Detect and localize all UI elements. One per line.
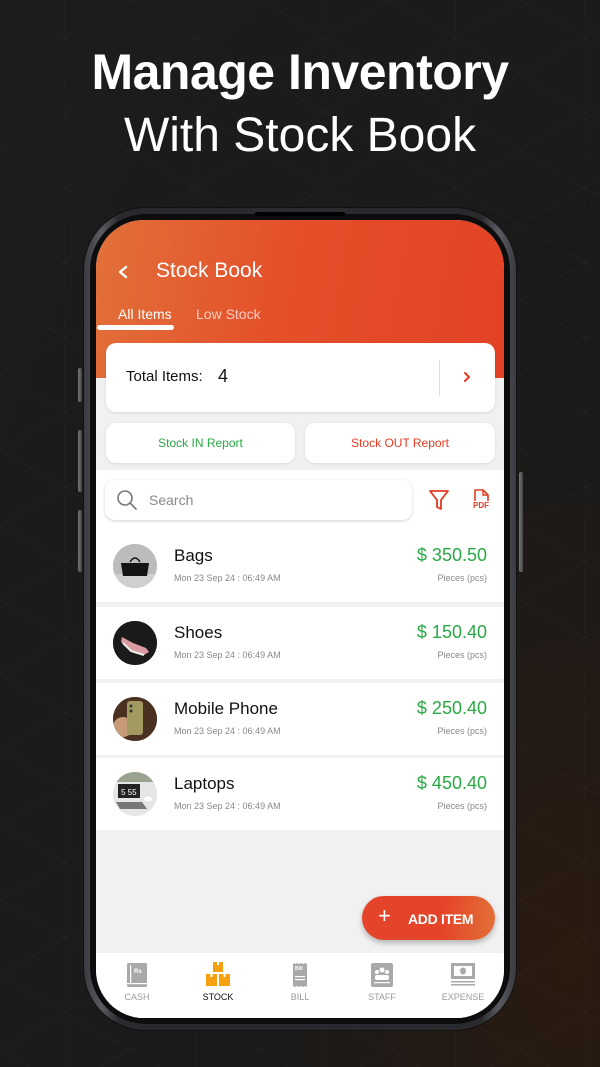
stock-out-report-button[interactable]: Stock OUT Report [305, 423, 495, 463]
item-name: Mobile Phone [174, 699, 278, 718]
pdf-icon-label: PDF [473, 501, 489, 510]
laptop-image-icon: 5 55 [113, 772, 157, 816]
item-price: $ 450.40 [416, 773, 487, 793]
list-item[interactable]: Mobile Phone Mon 23 Sep 24 : 06:49 AM $ … [96, 683, 504, 755]
list-item[interactable]: Shoes Mon 23 Sep 24 : 06:49 AM $ 150.40 … [96, 607, 504, 679]
add-item-button[interactable]: + ADD ITEM [362, 896, 495, 940]
promo-title-line-2: With Stock Book [123, 109, 477, 162]
nav-item-bill[interactable]: Bill BILL [259, 961, 341, 1011]
item-price: $ 350.50 [416, 545, 487, 565]
laptop-photo: 5 55 [113, 772, 157, 816]
phone-side-button-volume-down [78, 510, 82, 572]
back-button[interactable] [116, 260, 136, 284]
shoe-photo [113, 621, 157, 665]
svg-text:Bill: Bill [295, 966, 303, 972]
nav-label-expense: EXPENSE [441, 992, 485, 1002]
page-title: Stock Book [156, 259, 263, 282]
search-box[interactable] [105, 480, 412, 520]
add-item-label: ADD ITEM [408, 911, 474, 927]
phone-speaker [255, 212, 345, 216]
item-unit: Pieces (pcs) [437, 650, 487, 660]
phone-photo [113, 697, 157, 741]
bill-receipt-icon: Bill [293, 963, 307, 987]
svg-text:Rs: Rs [134, 969, 142, 975]
plus-icon: + [378, 903, 391, 928]
stock-boxes-icon [206, 962, 230, 986]
item-date: Mon 23 Sep 24 : 06:49 AM [174, 801, 281, 811]
cash-book-icon: Rs [127, 963, 147, 987]
item-date: Mon 23 Sep 24 : 06:49 AM [174, 650, 281, 660]
nav-item-stock[interactable]: STOCK [177, 961, 259, 1011]
app-screen: Stock Book All Items Low Stock Total Ite… [96, 220, 504, 1018]
total-items-open-button[interactable] [456, 365, 478, 389]
item-unit: Pieces (pcs) [437, 573, 487, 583]
tab-low-stock[interactable]: Low Stock [196, 306, 261, 322]
phone-side-button-action [78, 368, 82, 402]
list-item[interactable]: 5 55 Laptops Mon 23 Sep 24 : 06:49 AM $ … [96, 758, 504, 830]
item-price: $ 250.40 [416, 698, 487, 718]
item-date: Mon 23 Sep 24 : 06:49 AM [174, 726, 281, 736]
phone-side-button-power [519, 472, 523, 572]
active-tab-indicator [97, 325, 174, 330]
item-date: Mon 23 Sep 24 : 06:49 AM [174, 573, 281, 583]
search-icon [117, 490, 137, 510]
nav-label-cash: CASH [124, 992, 150, 1002]
total-items-card[interactable]: Total Items: 4 [106, 343, 495, 412]
nav-label-bill: BILL [290, 992, 310, 1002]
item-name: Bags [174, 546, 213, 565]
nav-label-stock: STOCK [202, 992, 234, 1002]
staff-group-icon [371, 963, 393, 987]
chevron-right-icon [464, 372, 470, 382]
item-price: $ 150.40 [416, 622, 487, 642]
export-pdf-button[interactable]: PDF [470, 487, 492, 515]
phone-side-button-volume-up [78, 430, 82, 492]
bag-photo [113, 544, 157, 588]
search-input[interactable] [149, 480, 399, 520]
chevron-left-icon [118, 265, 128, 279]
nav-item-expense[interactable]: EXPENSE [422, 961, 504, 1011]
expense-money-icon [451, 963, 475, 986]
item-unit: Pieces (pcs) [437, 726, 487, 736]
filter-button[interactable] [428, 488, 450, 512]
total-items-label: Total Items: [126, 368, 203, 385]
nav-label-staff: STAFF [368, 992, 396, 1002]
nav-item-staff[interactable]: STAFF [341, 961, 423, 1011]
nav-item-cash[interactable]: Rs CASH [96, 961, 178, 1011]
phone-image-icon [113, 697, 157, 741]
list-item[interactable]: Bags Mon 23 Sep 24 : 06:49 AM $ 350.50 P… [96, 530, 504, 602]
promo-headline: Manage Inventory With Stock Book [0, 42, 600, 168]
item-unit: Pieces (pcs) [437, 801, 487, 811]
total-items-value: 4 [218, 366, 229, 386]
item-name: Laptops [174, 774, 235, 793]
bottom-navigation: Rs CASH STOCK Bill BILL STAFF EXPENSE [96, 953, 504, 1018]
item-name: Shoes [174, 623, 223, 642]
shoe-image-icon [113, 621, 157, 665]
stock-in-report-button[interactable]: Stock IN Report [106, 423, 295, 463]
bag-image-icon [113, 544, 157, 588]
filter-icon [429, 490, 449, 510]
divider [439, 360, 440, 396]
promo-title-line-1: Manage Inventory [91, 44, 509, 100]
svg-text:5 55: 5 55 [121, 788, 137, 797]
tab-all-items[interactable]: All Items [118, 306, 172, 322]
